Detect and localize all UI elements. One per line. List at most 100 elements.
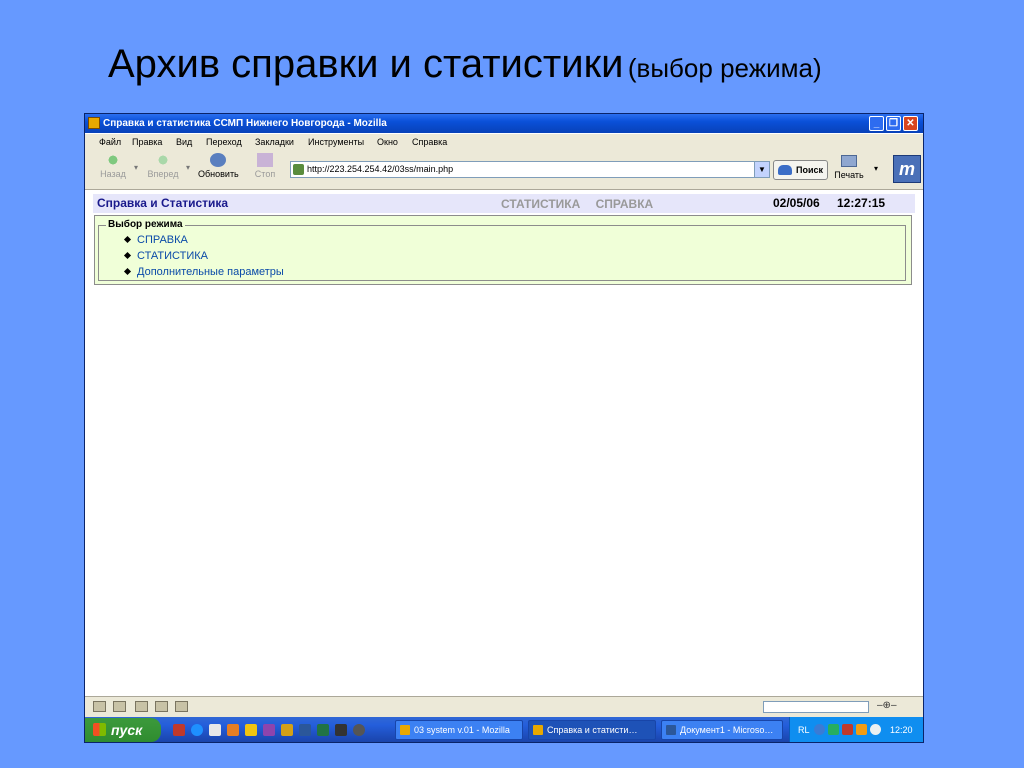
menu-file[interactable]: Файл: [99, 134, 121, 151]
language-indicator[interactable]: RL: [798, 725, 810, 735]
stop-button[interactable]: Стоп: [245, 153, 285, 187]
window-titlebar[interactable]: Справка и статистика ССМП Нижнего Новгор…: [85, 114, 923, 133]
slide-title-subtitle: (выбор режима): [627, 53, 822, 83]
option-extra-params-label[interactable]: Дополнительные параметры: [137, 266, 284, 278]
reload-icon: [210, 153, 226, 167]
menu-edit[interactable]: Правка: [132, 134, 162, 151]
option-help[interactable]: СПРАВКА: [123, 234, 188, 246]
browser-window: Справка и статистика ССМП Нижнего Новгор…: [84, 113, 924, 743]
forward-dropdown-icon[interactable]: ▾: [186, 163, 190, 172]
system-tray: RL 12:20: [789, 717, 923, 742]
slide-title: Архив справки и статистики (выбор режима…: [108, 42, 822, 87]
print-button-label: Печать: [834, 170, 864, 180]
app-title: Справка и Статистика: [97, 196, 229, 210]
start-button-label: пуск: [111, 722, 143, 738]
tray-app-icon[interactable]: [856, 724, 867, 735]
page-favicon-icon: [293, 164, 304, 175]
menu-view[interactable]: Вид: [176, 134, 192, 151]
printer-icon: [841, 155, 857, 167]
quicklaunch-ie-icon[interactable]: [191, 724, 203, 736]
mozilla-app-icon: [88, 117, 100, 129]
stop-icon: [257, 153, 273, 167]
tray-expand-icon[interactable]: [814, 724, 825, 735]
search-icon: [778, 165, 792, 175]
mode-legend: Выбор режима: [106, 219, 185, 230]
progress-bar: [763, 701, 869, 713]
tray-network-icon[interactable]: [828, 724, 839, 735]
task-label: Документ1 - Microso…: [680, 725, 774, 735]
page-content: Справка и Статистика СТАТИСТИКА СПРАВКА …: [85, 190, 923, 695]
maximize-button[interactable]: ❐: [886, 116, 901, 131]
chat-icon[interactable]: [155, 701, 168, 712]
quicklaunch-app-icon[interactable]: [173, 724, 185, 736]
print-button[interactable]: Печать: [831, 153, 867, 187]
slide-title-main: Архив справки и статистики: [108, 42, 624, 86]
mozilla-task-icon: [533, 725, 543, 735]
quicklaunch-excel-icon[interactable]: [317, 724, 329, 736]
quicklaunch-app2-icon[interactable]: [245, 724, 257, 736]
option-help-label[interactable]: СПРАВКА: [137, 234, 188, 246]
quicklaunch-desktop-icon[interactable]: [209, 724, 221, 736]
menu-bookmarks[interactable]: Закладки: [255, 134, 294, 151]
task-mozilla-system[interactable]: 03 system v.01 - Mozilla: [395, 720, 523, 740]
mode-selection-panel: Выбор режима СПРАВКА СТАТИСТИКА Дополнит…: [94, 215, 912, 285]
quicklaunch-save-icon[interactable]: [263, 724, 275, 736]
back-arrow-icon: [105, 153, 121, 167]
menu-go[interactable]: Переход: [206, 134, 242, 151]
forward-button[interactable]: Вперед: [143, 153, 183, 187]
throbber-logo-icon[interactable]: m: [893, 155, 921, 183]
url-text: http://223.254.254.42/03ss/main.php: [307, 164, 454, 174]
status-bar: ‒⊕‒: [85, 696, 923, 717]
search-button[interactable]: Поиск: [773, 160, 828, 180]
task-label: Справка и статисти…: [547, 725, 638, 735]
option-statistics[interactable]: СТАТИСТИКА: [123, 250, 208, 262]
composer-icon[interactable]: [135, 701, 148, 712]
back-button[interactable]: Назад: [93, 153, 133, 187]
app-nav-links: СТАТИСТИКА СПРАВКА: [501, 197, 665, 211]
current-date: 02/05/06: [773, 196, 820, 210]
task-word-document[interactable]: Документ1 - Microso…: [661, 720, 783, 740]
quicklaunch-eye-icon[interactable]: [353, 724, 365, 736]
online-status-icon[interactable]: ‒⊕‒: [877, 700, 897, 711]
stop-button-label: Стоп: [254, 169, 276, 179]
menu-window[interactable]: Окно: [377, 134, 398, 151]
quicklaunch-mail-icon[interactable]: [227, 724, 239, 736]
task-label: 03 system v.01 - Mozilla: [414, 725, 510, 735]
back-dropdown-icon[interactable]: ▾: [134, 163, 138, 172]
menu-bar: Файл Правка Вид Переход Закладки Инструм…: [85, 134, 923, 151]
quicklaunch-mozilla-icon[interactable]: [281, 724, 293, 736]
option-statistics-label[interactable]: СТАТИСТИКА: [137, 250, 208, 262]
nav-link-help[interactable]: СПРАВКА: [596, 197, 654, 211]
search-button-label: Поиск: [796, 165, 824, 175]
reload-button[interactable]: Обновить: [198, 153, 239, 187]
print-dropdown-icon[interactable]: ▾: [874, 164, 878, 173]
mail-icon[interactable]: [113, 701, 126, 712]
task-help-statistics[interactable]: Справка и статисти…: [528, 720, 656, 740]
taskbar: пуск 03 system v.01 - Mozilla Справка и …: [85, 717, 923, 742]
window-title: Справка и статистика ССМП Нижнего Новгор…: [103, 118, 387, 129]
quicklaunch-word-icon[interactable]: [299, 724, 311, 736]
minimize-button[interactable]: _: [869, 116, 884, 131]
forward-button-label: Вперед: [147, 169, 179, 179]
bullet-icon: [123, 251, 132, 259]
url-field[interactable]: http://223.254.254.42/03ss/main.php ▼: [290, 161, 770, 178]
quicklaunch-acrobat-icon[interactable]: [335, 724, 347, 736]
close-button[interactable]: ✕: [903, 116, 918, 131]
word-task-icon: [666, 725, 676, 735]
address-book-icon[interactable]: [175, 701, 188, 712]
option-extra-params[interactable]: Дополнительные параметры: [123, 266, 284, 278]
menu-help[interactable]: Справка: [412, 134, 447, 151]
navigator-icon[interactable]: [93, 701, 106, 712]
bullet-icon: [123, 235, 132, 243]
reload-button-label: Обновить: [198, 169, 239, 179]
mozilla-task-icon: [400, 725, 410, 735]
tray-antivirus-icon[interactable]: [842, 724, 853, 735]
start-button[interactable]: пуск: [85, 718, 161, 742]
menu-tools[interactable]: Инструменты: [308, 134, 364, 151]
taskbar-clock: 12:20: [890, 725, 913, 735]
forward-arrow-icon: [155, 153, 171, 167]
url-dropdown-icon[interactable]: ▼: [754, 162, 769, 177]
nav-link-statistics[interactable]: СТАТИСТИКА: [501, 197, 580, 211]
back-button-label: Назад: [100, 169, 126, 179]
tray-volume-icon[interactable]: [870, 724, 881, 735]
